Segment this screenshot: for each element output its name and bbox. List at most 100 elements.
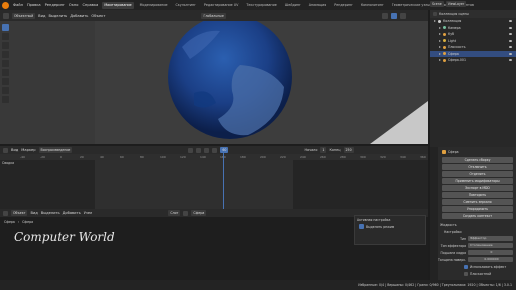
outliner-root[interactable]: Коллекция сцены	[430, 10, 516, 18]
3d-viewport[interactable]	[0, 21, 428, 144]
shader-type-dropdown[interactable]: Объект	[11, 210, 28, 216]
tab-modeling[interactable]: Моделирование	[138, 2, 170, 9]
playhead[interactable]	[222, 153, 224, 211]
shader-menu-node[interactable]: Узел	[84, 211, 93, 215]
subframes-field[interactable]: 0	[468, 250, 513, 255]
use-effector-checkbox[interactable]	[464, 264, 468, 269]
material-sphere-icon[interactable]	[183, 210, 189, 216]
timeline-menu-view[interactable]: Вид	[11, 148, 18, 152]
viewport-menu-add[interactable]: Добавить	[70, 14, 88, 18]
visibility-eye-icon[interactable]	[509, 20, 512, 23]
viewport-menu-view[interactable]: Вид	[38, 14, 45, 18]
transform-tool-icon[interactable]	[2, 69, 9, 76]
shader-menu-select[interactable]: Выделить	[41, 211, 60, 215]
measure-tool-icon[interactable]	[2, 87, 9, 94]
shader-editor-icon[interactable]	[3, 210, 8, 216]
outliner-row[interactable]: Сфера.001	[430, 57, 516, 64]
property-button[interactable]: Создать контекст	[442, 213, 513, 219]
move-tool-icon[interactable]	[2, 42, 9, 49]
tab-layout[interactable]: Макетирование	[102, 1, 134, 9]
breadcrumb-object[interactable]: Сфера	[4, 220, 15, 224]
rotate-tool-icon[interactable]	[2, 51, 9, 58]
shader-editor[interactable]: Объект Вид Выделить Добавить Узел Слот С…	[0, 209, 428, 281]
play-icon[interactable]	[204, 147, 210, 153]
is-planar-checkbox[interactable]	[464, 271, 468, 276]
end-frame-field[interactable]: 250	[343, 147, 354, 153]
start-frame-field[interactable]: 1	[320, 147, 327, 153]
property-button[interactable]: Применить модификаторы	[442, 178, 513, 184]
play-reverse-icon[interactable]	[196, 147, 202, 153]
expand-arrow-icon[interactable]	[439, 59, 441, 62]
shading-solid-icon[interactable]	[381, 12, 388, 19]
timeline-menu-playback[interactable]: Воспроизведение	[38, 147, 73, 153]
tab-texture-paint[interactable]: Текстурирование	[244, 2, 278, 9]
visibility-eye-icon[interactable]	[509, 33, 512, 36]
is-planar-row[interactable]: Плоскостной	[430, 270, 516, 277]
surface-thickness-field[interactable]: 0.000000	[468, 257, 513, 262]
select-tool-icon[interactable]	[2, 24, 9, 31]
property-button[interactable]: Повторить	[442, 192, 513, 198]
cursor-tool-icon[interactable]	[2, 33, 9, 40]
breadcrumb-material[interactable]: Сфера	[22, 220, 33, 224]
visibility-eye-icon[interactable]	[509, 46, 512, 49]
scene-field[interactable]: Scene	[430, 1, 444, 7]
tab-animation[interactable]: Анимация	[307, 2, 328, 9]
expand-arrow-icon[interactable]	[439, 26, 441, 29]
tab-sculpting[interactable]: Скульптинг	[174, 2, 198, 9]
tab-uv-editing[interactable]: Редактирование UV	[202, 2, 241, 9]
select-box-icon[interactable]	[359, 224, 364, 229]
summary-channel[interactable]: Сводка	[2, 161, 14, 165]
settings-subheader[interactable]: Настройки	[430, 228, 516, 235]
visibility-eye-icon[interactable]	[509, 39, 512, 42]
property-button[interactable]: Отключить	[442, 164, 513, 170]
tab-compositing[interactable]: Композитинг	[359, 2, 386, 9]
active-tool-row[interactable]: Выделить режим	[355, 224, 425, 229]
property-button[interactable]: Сделать сборку	[442, 157, 513, 163]
material-name-field[interactable]: Сфера	[191, 210, 207, 216]
property-button[interactable]: Упорядочить	[442, 206, 513, 212]
scale-tool-icon[interactable]	[2, 60, 9, 67]
timeline-editor-icon[interactable]	[3, 147, 8, 153]
slot-dropdown[interactable]: Слот	[168, 210, 181, 216]
visibility-eye-icon[interactable]	[509, 52, 512, 55]
jump-start-icon[interactable]	[188, 147, 194, 153]
expand-arrow-icon[interactable]	[439, 33, 441, 36]
tab-geometry-nodes[interactable]: Геометрические узлы	[390, 2, 432, 9]
expand-arrow-icon[interactable]	[439, 39, 441, 42]
visibility-eye-icon[interactable]	[509, 26, 512, 29]
transform-orientation[interactable]: Глобальные	[201, 12, 226, 19]
expand-arrow-icon[interactable]	[439, 52, 441, 55]
fluid-section-header[interactable]: Жидкость	[430, 221, 516, 228]
add-cube-tool-icon[interactable]	[2, 96, 9, 103]
tab-shading[interactable]: Шейдинг	[283, 2, 303, 9]
view-layer-field[interactable]: ViewLayer	[445, 1, 467, 7]
fluid-type-dropdown[interactable]: Эффектор	[468, 236, 513, 241]
menu-edit[interactable]: Правка	[27, 3, 41, 7]
annotate-tool-icon[interactable]	[2, 78, 9, 85]
viewport-menu-select[interactable]: Выделить	[48, 14, 67, 18]
shading-rendered-icon[interactable]	[399, 12, 406, 19]
expand-arrow-icon[interactable]	[434, 20, 436, 23]
blender-logo-icon[interactable]	[2, 1, 9, 9]
shader-menu-view[interactable]: Вид	[30, 211, 37, 215]
expand-arrow-icon[interactable]	[439, 46, 441, 49]
jump-end-icon[interactable]	[212, 147, 218, 153]
property-button[interactable]: Экспорт в MDD	[442, 185, 513, 191]
shading-material-icon[interactable]	[390, 12, 397, 19]
menu-window[interactable]: Окно	[69, 3, 79, 7]
effector-type-dropdown[interactable]: Столкновение	[468, 243, 513, 248]
shader-menu-add[interactable]: Добавить	[63, 211, 81, 215]
menu-render[interactable]: Рендеринг	[45, 3, 65, 7]
editor-type-icon[interactable]	[3, 12, 9, 19]
tab-rendering[interactable]: Рендеринг	[332, 2, 355, 9]
property-button[interactable]: Сменить зеркало	[442, 199, 513, 205]
menu-help[interactable]: Справка	[82, 3, 98, 7]
plane-object[interactable]	[370, 101, 428, 144]
timeline-menu-marker[interactable]: Маркер	[21, 148, 35, 152]
blue-sphere[interactable]	[160, 21, 300, 143]
mode-dropdown[interactable]: Объектный	[12, 12, 36, 19]
visibility-eye-icon[interactable]	[509, 59, 512, 62]
property-button[interactable]: Отделить	[442, 171, 513, 177]
use-effector-row[interactable]: Использовать эффект	[430, 263, 516, 270]
menu-file[interactable]: Файл	[13, 3, 23, 7]
